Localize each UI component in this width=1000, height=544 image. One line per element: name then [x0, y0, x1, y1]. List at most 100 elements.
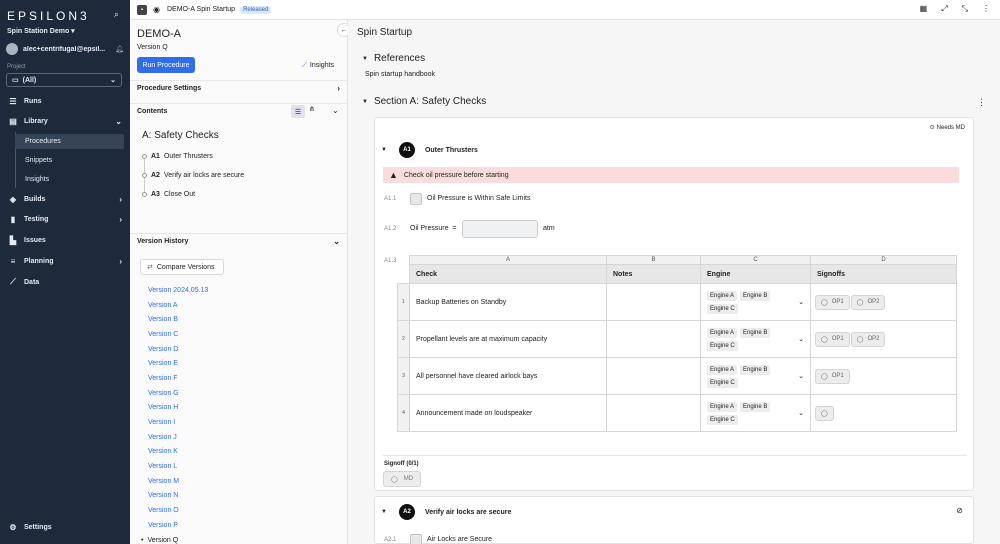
engine-chip[interactable]: Engine A [707, 401, 738, 412]
version-link[interactable]: Version P [148, 518, 208, 533]
step-header[interactable]: ▼ A2 Verify air locks are secure [381, 504, 511, 520]
notes-cell[interactable] [606, 394, 701, 432]
more-options-icon[interactable]: ⋮ [982, 4, 990, 14]
engine-select[interactable]: Engine A Engine B Engine C ⌄ [700, 394, 811, 432]
version-link[interactable]: Version L [148, 459, 208, 474]
engine-chip[interactable]: Engine B [740, 327, 771, 338]
column-header: Notes [606, 264, 701, 284]
signoff-button[interactable]: ◯ [815, 405, 834, 421]
insights-link[interactable]: ⟋ Insights [302, 62, 334, 70]
checkbox[interactable] [410, 534, 422, 544]
engine-chip[interactable]: Engine B [740, 401, 771, 412]
version-link[interactable]: Version O [148, 503, 208, 518]
eye-icon[interactable]: ◉ [153, 5, 160, 14]
hide-icon[interactable]: ⊘ [956, 506, 963, 515]
nav-settings[interactable]: ⚙ Settings [0, 520, 130, 534]
version-link[interactable]: Version G [148, 386, 208, 401]
user-menu[interactable]: alec+centrifugal@epsil... 🔔︎ [6, 42, 124, 56]
version-link[interactable]: Version H [148, 401, 208, 416]
signoff-button[interactable]: ◯ OP2 [850, 331, 886, 347]
nav-planning[interactable]: ≡ Planning › [0, 254, 130, 268]
list-view-icon[interactable]: ☰ [291, 105, 305, 118]
step-header[interactable]: ▼ A1 Outer Thrusters [381, 142, 478, 158]
outline-item[interactable]: A3 Close Out [142, 191, 195, 198]
caret-down-icon: ▼ [362, 55, 368, 62]
nav-insights[interactable]: Insights [15, 172, 124, 187]
tree-view-icon[interactable]: ⋔ [309, 105, 315, 113]
reference-item[interactable]: Spin startup handbook [365, 71, 435, 78]
version-link[interactable]: Version E [148, 356, 208, 371]
signoff-button[interactable]: ◯ OP2 [850, 294, 886, 310]
outline-item[interactable]: A1 Outer Thrusters [142, 153, 213, 160]
nav-runs[interactable]: ☰ Runs [0, 94, 130, 108]
engine-select[interactable]: Engine A Engine B Engine C ⌄ [700, 320, 811, 358]
contents-section-title[interactable]: A: Safety Checks [142, 130, 219, 141]
engine-select[interactable]: Engine A Engine B Engine C ⌄ [700, 357, 811, 395]
more-options-icon[interactable]: ⋮ [977, 97, 986, 108]
lock-icon[interactable]: ▪ [137, 4, 147, 15]
collapse-icon[interactable]: ⤡ [962, 4, 968, 14]
engine-select[interactable]: Engine A Engine B Engine C ⌄ [700, 283, 811, 321]
notes-cell[interactable] [606, 357, 701, 395]
engine-chip[interactable]: Engine C [707, 414, 738, 425]
outline-label: Close Out [163, 191, 196, 198]
references-header[interactable]: ▼ References [362, 53, 425, 64]
compare-versions-button[interactable]: ⇄ Compare Versions [140, 259, 224, 275]
search-icon[interactable]: ⌕ [114, 9, 119, 20]
procedure-settings-header[interactable]: Procedure Settings › [130, 80, 348, 96]
nav-procedures[interactable]: Procedures [15, 134, 124, 149]
version-link[interactable]: Version A [148, 298, 208, 313]
md-signoff-button[interactable]: ◯ MD [383, 471, 421, 487]
version-link[interactable]: Version D [148, 342, 208, 357]
outline-item[interactable]: A2 Verify air locks are secure [142, 172, 244, 179]
nav-data[interactable]: ⟋ Data [0, 275, 130, 289]
version-link[interactable]: Version B [148, 312, 208, 327]
version-link[interactable]: Version K [148, 445, 208, 460]
version-link[interactable]: Version C [148, 327, 208, 342]
version-link[interactable]: Version F [148, 371, 208, 386]
current-version[interactable]: • Version Q [141, 533, 208, 544]
project-select[interactable]: ▭ (All) ⌄ [6, 73, 122, 87]
chevron-down-icon[interactable]: ⌄ [798, 372, 804, 380]
signoffs-cell: ◯ OP1 [810, 357, 957, 395]
run-procedure-button[interactable]: Run Procedure [137, 57, 195, 73]
engine-chip[interactable]: Engine C [707, 377, 738, 388]
engine-chip[interactable]: Engine A [707, 364, 738, 375]
signoff-button[interactable]: ◯ OP1 [815, 294, 850, 310]
nav-issues[interactable]: ▙ Issues [0, 233, 130, 247]
notes-cell[interactable] [606, 283, 701, 321]
version-history-label: Version History [137, 238, 189, 245]
expand-icon[interactable]: ⤢ [941, 4, 947, 14]
nav-snippets[interactable]: Snippets [15, 153, 124, 168]
chevron-down-icon[interactable]: ⌄ [798, 298, 804, 306]
notes-cell[interactable] [606, 320, 701, 358]
version-link[interactable]: Version I [148, 415, 208, 430]
section-header[interactable]: ▼ Section A: Safety Checks [362, 96, 486, 107]
engine-chip[interactable]: Engine B [740, 290, 771, 301]
engine-chip[interactable]: Engine A [707, 290, 738, 301]
engine-chip[interactable]: Engine B [740, 364, 771, 375]
qr-code-icon[interactable]: ▦ [920, 4, 928, 14]
nav-builds[interactable]: ◈ Builds › [0, 192, 130, 206]
chevron-down-icon[interactable]: ⌄ [798, 335, 804, 343]
version-link[interactable]: Version N [148, 489, 208, 504]
signoff-button[interactable]: ◯ OP1 [815, 368, 850, 384]
oil-pressure-input[interactable] [462, 220, 538, 238]
version-link[interactable]: Version M [148, 474, 208, 489]
workspace-selector[interactable]: Spin Station Demo ▾ [7, 27, 75, 35]
engine-chip[interactable]: Engine A [707, 327, 738, 338]
engine-chip[interactable]: Engine C [707, 340, 738, 351]
bell-icon[interactable]: 🔔︎ [115, 45, 124, 53]
signoff-button[interactable]: ◯ OP1 [815, 331, 850, 347]
checkbox[interactable] [410, 193, 422, 205]
version-link[interactable]: Version 2024.05.13 [148, 283, 208, 298]
version-link[interactable]: Version J [148, 430, 208, 445]
engine-chip[interactable]: Engine C [707, 303, 738, 314]
outline-num: A1 [151, 153, 160, 160]
version-history-header[interactable]: Version History ⌄ [130, 233, 348, 249]
step-title: Outer Thrusters [424, 146, 478, 154]
chevron-down-icon[interactable]: ⌄ [798, 409, 804, 417]
nav-testing[interactable]: ▮ Testing › [0, 212, 130, 226]
chevron-down-icon[interactable]: ⌄ [332, 106, 339, 115]
nav-library[interactable]: ▤ Library ⌄ [0, 114, 130, 128]
